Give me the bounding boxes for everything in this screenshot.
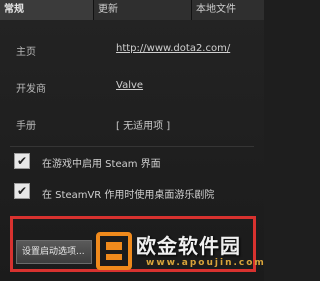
homepage-row: 主页 http://www.dota2.com/ xyxy=(0,43,264,59)
launch-options-button[interactable]: 设置启动选项... xyxy=(16,240,92,264)
tab-bar: 常规 更新 本地文件 xyxy=(0,0,264,20)
checkmark-icon: ✔ xyxy=(16,184,28,198)
overlay-checkbox-label: 在游戏中启用 Steam 界面 xyxy=(42,159,161,170)
section-divider xyxy=(10,146,254,147)
watermark-url: www.apoujin.com xyxy=(146,258,266,268)
watermark-text: 欧金软件园 xyxy=(136,234,241,258)
manual-value: [ 无适用项 ] xyxy=(116,121,171,132)
manual-label: 手册 xyxy=(16,121,36,132)
checkmark-icon: ✔ xyxy=(16,154,28,168)
homepage-label: 主页 xyxy=(16,47,36,58)
theater-checkbox[interactable]: ✔ xyxy=(14,183,30,199)
homepage-link[interactable]: http://www.dota2.com/ xyxy=(116,43,230,54)
developer-link[interactable]: Valve xyxy=(116,80,143,91)
developer-label: 开发商 xyxy=(16,84,46,95)
overlay-checkbox[interactable]: ✔ xyxy=(14,153,30,169)
watermark: 欧金软件园 www.apoujin.com xyxy=(96,228,264,278)
manual-row: 手册 [ 无适用项 ] xyxy=(0,117,264,133)
tab-updates[interactable]: 更新 xyxy=(94,0,192,20)
watermark-logo-icon xyxy=(96,232,132,270)
tab-local-files[interactable]: 本地文件 xyxy=(192,0,264,20)
developer-row: 开发商 Valve xyxy=(0,80,264,96)
theater-checkbox-label: 在 SteamVR 作用时使用桌面游乐剧院 xyxy=(42,190,215,201)
tab-general[interactable]: 常规 xyxy=(0,0,94,20)
